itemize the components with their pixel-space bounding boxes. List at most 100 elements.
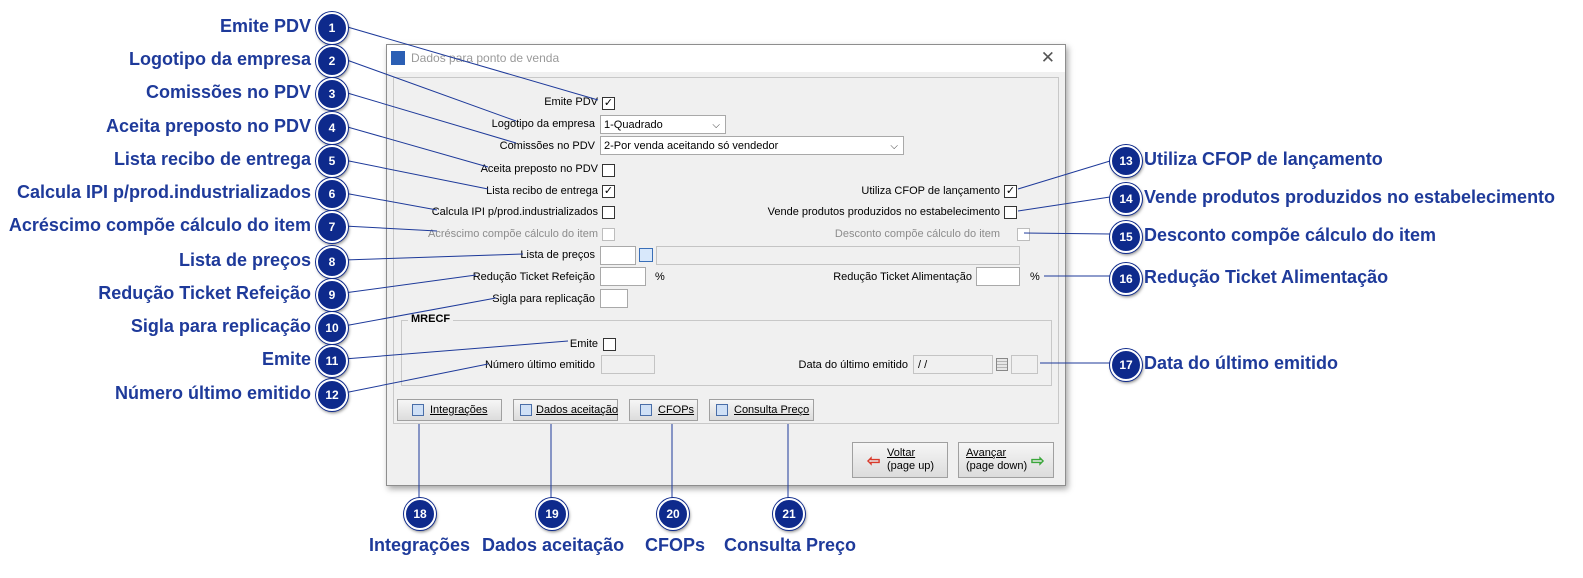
callout-badge-15: 15 [1110, 221, 1142, 253]
reducao-refeicao-label: Redução Ticket Refeição [472, 271, 595, 283]
callout-badge-11: 11 [316, 345, 348, 377]
callout-badge-1: 1 [316, 12, 348, 44]
form-panel: Emite PDV ✓ Logotipo da empresa 1-Quadra… [393, 77, 1059, 424]
chevron-down-icon: ⌵ [712, 120, 720, 131]
mrecf-emite-label: Emite [569, 338, 598, 350]
lista-precos-description-field [656, 246, 1020, 265]
pdv-dialog: Dados para ponto de venda ✕ Emite PDV ✓ … [386, 44, 1066, 486]
check-icon: ✓ [603, 97, 614, 109]
mrecf-emite-checkbox[interactable] [603, 338, 616, 351]
callout-label-7: Acréscimo compõe cálculo do item [8, 215, 311, 235]
calcula-ipi-label: Calcula IPI p/prod.industrializados [431, 206, 598, 218]
reducao-alimentacao-input[interactable] [976, 267, 1020, 286]
callout-label-15: Desconto compõe cálculo do item [1144, 225, 1437, 245]
callout-label-18: Integrações [369, 535, 471, 555]
lookup-icon[interactable] [639, 248, 653, 262]
callout-label-14: Vende produtos produzidos no estabelecim… [1144, 187, 1556, 207]
reducao-refeicao-input[interactable] [600, 267, 646, 286]
callout-label-11: Emite [261, 349, 311, 369]
aceita-preposto-label: Aceita preposto no PDV [480, 163, 598, 175]
acrescimo-checkbox[interactable] [602, 228, 615, 241]
arrow-left-icon: ⇦ [867, 453, 881, 470]
callout-label-21: Consulta Preço [724, 535, 857, 555]
utiliza-cfop-checkbox[interactable]: ✓ [1004, 185, 1017, 198]
callout-badge-6: 6 [316, 178, 348, 210]
callout-label-1: Emite PDV [219, 16, 311, 36]
mrecf-title: MRECF [408, 313, 454, 325]
lista-recibo-label: Lista recibo de entrega [486, 185, 598, 197]
chevron-down-icon: ⌵ [890, 141, 898, 152]
aceita-preposto-checkbox[interactable] [602, 164, 615, 177]
callout-label-2: Logotipo da empresa [128, 49, 311, 69]
emite-pdv-label: Emite PDV [544, 96, 598, 108]
callout-label-9: Redução Ticket Refeição [98, 283, 311, 303]
comissoes-select[interactable]: 2-Por venda aceitando só vendedor ⌵ [600, 136, 904, 155]
checklist-icon [520, 404, 532, 416]
close-icon[interactable]: ✕ [1041, 48, 1055, 68]
time-field [1011, 355, 1038, 374]
callout-badge-2: 2 [316, 45, 348, 77]
callout-badge-20: 20 [657, 498, 689, 530]
lista-precos-label: Lista de preços [520, 249, 595, 261]
emite-pdv-checkbox[interactable]: ✓ [602, 97, 615, 110]
callout-badge-9: 9 [316, 279, 348, 311]
sigla-input[interactable] [600, 289, 628, 308]
comissoes-label: Comissões no PDV [499, 140, 595, 152]
check-icon: ✓ [603, 185, 614, 197]
voltar-button[interactable]: ⇦ Voltar (page up) [852, 442, 948, 478]
callout-label-6: Calcula IPI p/prod.industrializados [16, 182, 311, 202]
vende-produtos-checkbox[interactable] [1004, 206, 1017, 219]
callout-label-19: Dados aceitação [482, 535, 625, 555]
cfops-icon [640, 404, 652, 416]
integracoes-button[interactable]: Integrações [397, 399, 502, 421]
calcula-ipi-checkbox[interactable] [602, 206, 615, 219]
callout-label-12: Número último emitido [114, 383, 311, 403]
callout-badge-19: 19 [536, 498, 568, 530]
lista-precos-code-input[interactable] [600, 246, 636, 265]
consulta-preco-icon [716, 404, 728, 416]
callout-label-20: CFOPs [645, 535, 706, 555]
numero-ultimo-field [601, 355, 655, 374]
callout-label-5: Lista recibo de entrega [113, 149, 311, 169]
callout-badge-16: 16 [1110, 263, 1142, 295]
numero-ultimo-label: Número último emitido [484, 359, 595, 371]
desconto-checkbox[interactable] [1017, 228, 1030, 241]
dados-aceitacao-button[interactable]: Dados aceitação [513, 399, 618, 421]
percent-label: % [655, 271, 665, 283]
callout-badge-5: 5 [316, 145, 348, 177]
data-ultimo-label: Data do último emitido [798, 359, 908, 371]
logotipo-label: Logotipo da empresa [491, 118, 595, 130]
reducao-alimentacao-label: Redução Ticket Alimentação [833, 271, 972, 283]
window-title: Dados para ponto de venda [411, 51, 560, 65]
app-icon [391, 51, 405, 65]
check-icon: ✓ [1005, 185, 1016, 197]
callout-label-16: Redução Ticket Alimentação [1144, 267, 1389, 287]
calendar-icon[interactable] [996, 358, 1008, 371]
callout-badge-18: 18 [404, 498, 436, 530]
arrow-right-icon: ⇨ [1031, 453, 1045, 470]
callout-label-8: Lista de preços [178, 250, 311, 270]
acrescimo-label: Acréscimo compõe cálculo do item [428, 228, 598, 240]
callout-badge-7: 7 [316, 211, 348, 243]
vende-produtos-label: Vende produtos produzidos no estabelecim… [767, 206, 1000, 218]
callout-badge-12: 12 [316, 379, 348, 411]
callout-label-4: Aceita preposto no PDV [105, 116, 311, 136]
callout-badge-3: 3 [316, 78, 348, 110]
percent-label: % [1030, 271, 1040, 283]
cfops-button[interactable]: CFOPs [629, 399, 698, 421]
callout-badge-17: 17 [1110, 349, 1142, 381]
consulta-preco-button[interactable]: Consulta Preço [709, 399, 814, 421]
callout-badge-13: 13 [1110, 145, 1142, 177]
logotipo-select[interactable]: 1-Quadrado ⌵ [600, 115, 726, 134]
callout-label-13: Utiliza CFOP de lançamento [1144, 149, 1383, 169]
callout-label-3: Comissões no PDV [145, 82, 311, 102]
callout-badge-8: 8 [316, 246, 348, 278]
avancar-button[interactable]: Avançar (page down) ⇨ [958, 442, 1054, 478]
data-ultimo-field: / / [913, 355, 993, 374]
callout-badge-21: 21 [773, 498, 805, 530]
lista-recibo-checkbox[interactable]: ✓ [602, 185, 615, 198]
integracoes-icon [412, 404, 424, 416]
utiliza-cfop-label: Utiliza CFOP de lançamento [861, 185, 1000, 197]
sigla-label: Sigla para replicação [492, 293, 595, 305]
desconto-label: Desconto compõe cálculo do item [834, 228, 1000, 240]
